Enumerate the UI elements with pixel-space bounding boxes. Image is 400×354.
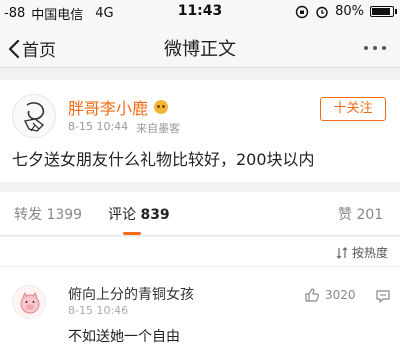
comment-count: 839 [140, 207, 170, 223]
sort-icon [336, 246, 348, 259]
battery-icon [370, 6, 397, 17]
post-source: 来自墨客 [136, 122, 181, 135]
nav-bar: 首页 微博正文 [0, 26, 400, 68]
sketch-avatar-icon [23, 102, 45, 132]
thumbs-up-icon [305, 288, 319, 302]
follow-button[interactable]: 十关注 [320, 97, 386, 121]
status-bar: -88 中国电信 4G 11:43 80% [0, 0, 400, 26]
more-options-button[interactable] [364, 46, 386, 50]
page-title: 微博正文 [164, 39, 236, 60]
comment-label: 评论 [108, 207, 136, 223]
vip-badge-icon [154, 100, 169, 114]
author-name[interactable]: 胖哥李小鹿 [68, 95, 148, 119]
author-row: 胖哥李小鹿 [68, 95, 169, 119]
orientation-lock-icon [295, 5, 309, 18]
comment-like-button[interactable]: 3020 [304, 287, 356, 303]
battery-percent: 80% [335, 4, 364, 19]
post-card: 胖哥李小鹿 8-15 10:44 来自墨客 十关注 七夕送女朋友什么礼物比较好，… [0, 80, 400, 182]
comment-bubble-icon [376, 290, 390, 303]
sort-label: 按热度 [351, 246, 388, 260]
tab-likes[interactable]: 赞 201 [338, 204, 383, 224]
like-label: 赞 [338, 207, 352, 223]
commenter-name[interactable]: 俯向上分的青铜女孩 [68, 284, 194, 304]
dot-icon [364, 46, 368, 50]
dot-icon [382, 46, 386, 50]
comment-like-count: 3020 [325, 288, 356, 302]
commenter-avatar[interactable] [12, 285, 46, 319]
post-text: 七夕送女朋友什么礼物比较好，200块以内 [12, 150, 315, 169]
comment-reply-button[interactable] [375, 288, 391, 308]
sort-row: 按热度 [0, 237, 400, 267]
comment-item: 俯向上分的青铜女孩 8-15 10:46 不如送她一个自由 3020 [0, 267, 400, 354]
alarm-icon [316, 6, 328, 18]
like-count: 201 [356, 207, 384, 223]
sort-by-hot-button[interactable]: 按热度 [336, 244, 388, 261]
repost-label: 转发 [14, 207, 42, 223]
repost-count: 1399 [46, 207, 83, 223]
status-right: 80% [295, 4, 397, 19]
tab-comments[interactable]: 评论 839 [108, 204, 170, 224]
tab-repost[interactable]: 转发 1399 [14, 204, 82, 224]
comment-text: 不如送她一个自由 [68, 329, 180, 345]
stats-bar: 转发 1399 评论 839 赞 201 [0, 192, 400, 236]
comment-timestamp: 8-15 10:46 [68, 304, 129, 317]
dot-icon [373, 46, 377, 50]
active-tab-indicator [123, 232, 141, 235]
author-avatar[interactable] [12, 94, 56, 138]
pig-avatar-icon [20, 291, 40, 314]
post-timestamp: 8-15 10:44 [68, 120, 129, 133]
post-meta: 8-15 10:44 来自墨客 [68, 120, 180, 136]
